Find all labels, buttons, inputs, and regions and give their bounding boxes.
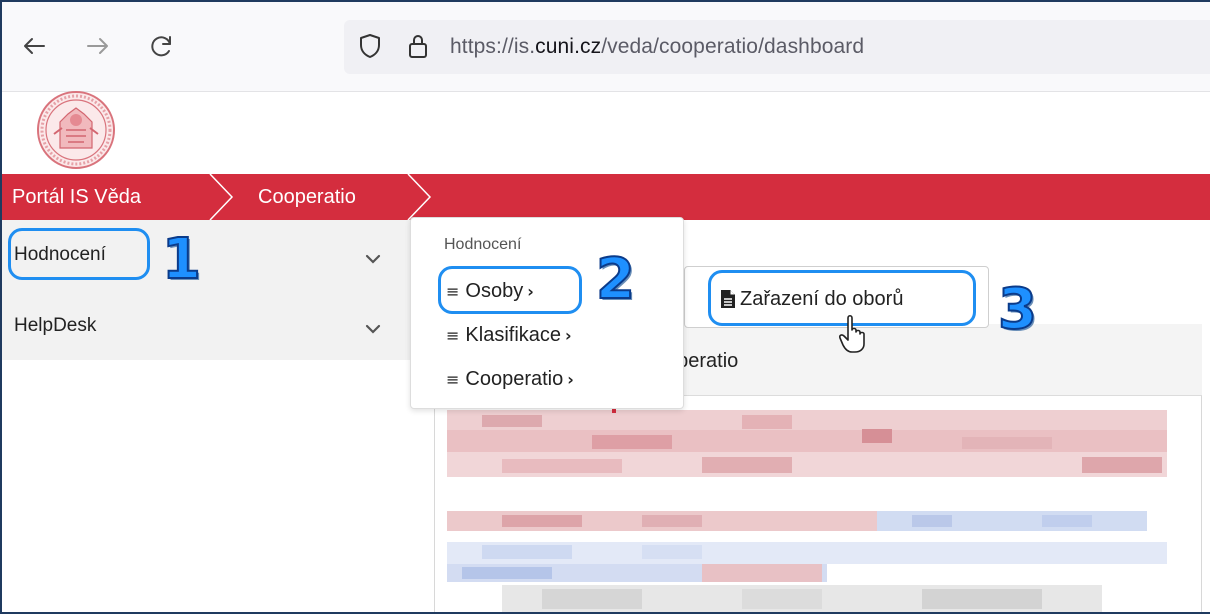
forward-icon[interactable]: [84, 32, 112, 60]
breadcrumb-item-cooperatio[interactable]: Cooperatio: [258, 186, 356, 209]
callout-number-2: 2: [595, 247, 636, 312]
blurred-content: [447, 409, 1167, 612]
back-icon[interactable]: [20, 32, 48, 60]
chevron-right-icon: ›: [565, 326, 572, 345]
breadcrumb: Portál IS Věda Cooperatio: [2, 174, 1210, 220]
highlight-osoby: [438, 266, 582, 314]
dropdown-item-label: Cooperatio: [465, 368, 564, 390]
callout-number-1: 1: [161, 227, 202, 292]
browser-toolbar: https://is.cuni.cz/veda/cooperatio/dashb…: [2, 2, 1210, 92]
highlight-hodnoceni: [8, 228, 150, 280]
reload-icon[interactable]: [148, 32, 176, 60]
dropdown-item-cooperatio[interactable]: ≡ Cooperatio ›: [446, 368, 574, 391]
lock-icon[interactable]: [406, 32, 430, 60]
url-text[interactable]: https://is.cuni.cz/veda/cooperatio/dashb…: [450, 35, 864, 59]
chevron-right-icon: ›: [567, 370, 574, 389]
sidebar-item-helpdesk[interactable]: HelpDesk: [14, 315, 96, 337]
shield-icon[interactable]: [358, 32, 382, 60]
list-icon: ≡: [446, 370, 460, 389]
document-icon: [721, 290, 735, 308]
dropdown-item-label: Klasifikace: [465, 324, 562, 346]
zarazeni-button-label: Zařazení do oborů: [740, 288, 904, 310]
chevron-down-icon[interactable]: [364, 253, 382, 265]
breadcrumb-separator-icon: [407, 174, 432, 220]
callout-number-3: 3: [997, 277, 1038, 342]
breadcrumb-separator-icon: [209, 174, 234, 220]
chevron-down-icon[interactable]: [364, 323, 382, 335]
list-icon: ≡: [446, 326, 460, 345]
breadcrumb-item-portal[interactable]: Portál IS Věda: [12, 186, 141, 209]
university-seal-logo[interactable]: [30, 90, 122, 170]
page-frame: https://is.cuni.cz/veda/cooperatio/dashb…: [0, 0, 1210, 614]
dropdown-item-klasifikace[interactable]: ≡ Klasifikace ›: [446, 324, 572, 347]
hand-cursor-icon: [839, 314, 865, 353]
dropdown-header: Hodnocení: [444, 236, 522, 253]
site-header: [2, 92, 1210, 174]
